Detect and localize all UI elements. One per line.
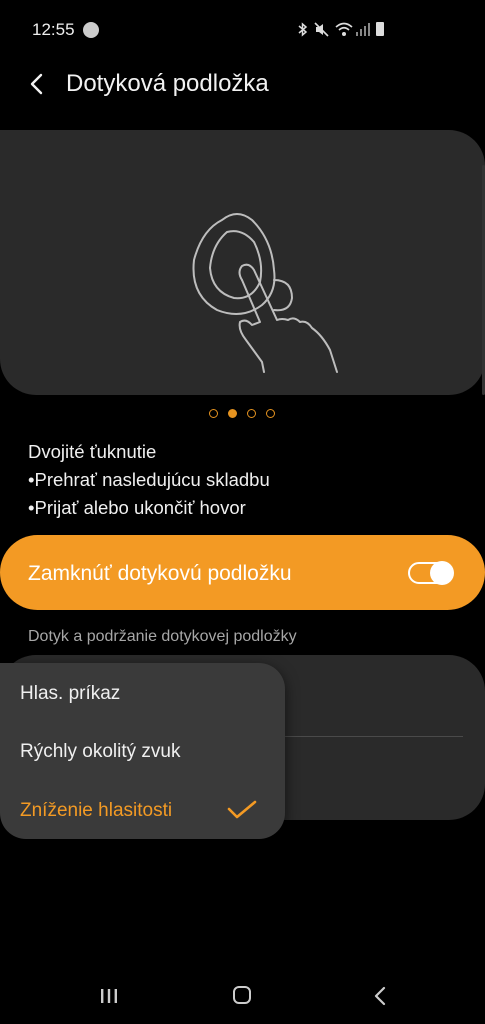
gesture-description: Dvojité ťuknutie •Prehrať nasledujúcu sk… (28, 438, 270, 522)
earbud-tap-illustration (192, 213, 338, 373)
check-icon (227, 800, 257, 819)
pager-dot-active[interactable] (228, 409, 237, 418)
lock-touchpad-label: Zamknúť dotykovú podložku (28, 562, 292, 585)
navigation-bar (0, 960, 485, 1024)
wifi-icon (335, 22, 353, 36)
gesture-action-2: •Prijať alebo ukončiť hovor (28, 497, 246, 518)
divider (285, 736, 463, 737)
pager-dot[interactable] (209, 409, 218, 418)
status-time: 12:55 (32, 20, 75, 39)
gesture-name: Dvojité ťuknutie (28, 441, 157, 462)
section-label: Dotyk a podržanie dotykovej podložky (28, 628, 297, 645)
recent-apps-icon[interactable] (100, 988, 118, 1004)
back-arrow-icon[interactable] (26, 72, 48, 96)
home-icon[interactable] (233, 986, 251, 1004)
nav-back-icon[interactable] (373, 986, 387, 1006)
switch-thumb (430, 561, 454, 585)
spotify-icon (83, 22, 99, 38)
header: Dotyková podložka (0, 60, 485, 110)
signal-icon (356, 23, 370, 36)
menu-item-voice-command[interactable]: Hlas. príkaz (20, 683, 120, 705)
menu-item-quick-ambient-sound[interactable]: Rýchly okolitý zvuk (20, 741, 181, 763)
battery-icon (376, 22, 384, 36)
status-bar: 12:55 (0, 0, 485, 60)
gesture-action-1: •Prehrať nasledujúcu skladbu (28, 469, 270, 490)
menu-item-volume-down[interactable]: Zníženie hlasitosti (20, 800, 172, 822)
pager-dot[interactable] (266, 409, 275, 418)
page-title: Dotyková podložka (66, 70, 269, 97)
bluetooth-icon (298, 22, 308, 37)
lock-touchpad-row[interactable]: Zamknúť dotykovú podložku (0, 535, 485, 610)
pager-dot[interactable] (247, 409, 256, 418)
slide-pager (209, 408, 279, 420)
mute-icon (314, 22, 329, 37)
